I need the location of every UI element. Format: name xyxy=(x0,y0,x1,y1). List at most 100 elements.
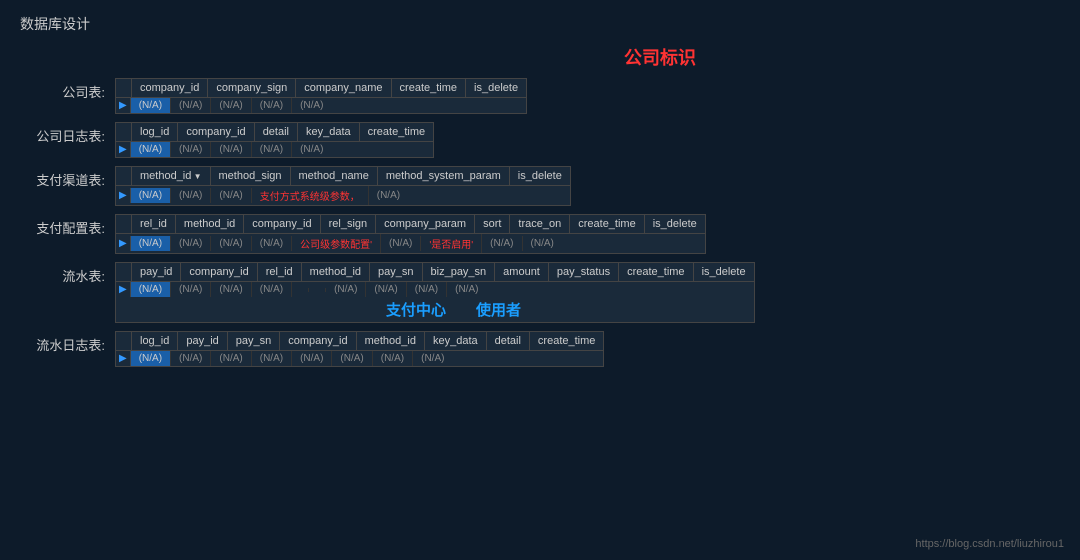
cell-flow-0-7: (N/A) xyxy=(366,282,406,297)
section-flow_log: 流水日志表:log_idpay_idpay_sncompany_idmethod… xyxy=(20,331,1060,367)
table-row-company_log-0: ▶(N/A)(N/A)(N/A)(N/A)(N/A) xyxy=(116,142,433,157)
cell-pay_config-0-3: (N/A) xyxy=(252,236,292,251)
cell-pay_config-0-6: '是否启用' xyxy=(421,234,482,253)
row-arrow-flow-0: ▶ xyxy=(116,282,131,297)
watermark: https://blog.csdn.net/liuzhirou1 xyxy=(915,538,1064,550)
col-header-flow_log-6: detail xyxy=(487,332,530,350)
cell-flow_log-0-7: (N/A) xyxy=(413,351,452,366)
section-company: 公司表:company_idcompany_signcompany_namecr… xyxy=(20,78,1060,114)
col-header-company-1: company_sign xyxy=(208,79,296,97)
col-header-flow-7: pay_status xyxy=(549,263,619,281)
cell-company_log-0-0: (N/A) xyxy=(131,142,171,157)
col-header-pay_config-3: rel_sign xyxy=(321,215,377,233)
cell-company_log-0-2: (N/A) xyxy=(211,142,251,157)
cell-pay_channel-0-2: (N/A) xyxy=(211,188,251,203)
cell-pay_config-0-5: (N/A) xyxy=(381,236,421,251)
col-header-flow-5: biz_pay_sn xyxy=(423,263,496,281)
col-header-flow_log-7: create_time xyxy=(530,332,603,350)
col-header-flow_log-0: log_id xyxy=(132,332,178,350)
section-label-flow: 流水表: xyxy=(20,262,115,285)
table-row-pay_channel-0: ▶(N/A)(N/A)(N/A)支付方式系统级参数，(N/A) xyxy=(116,186,570,205)
cell-flow-0-6: (N/A) xyxy=(326,282,366,297)
cell-company-0-3: (N/A) xyxy=(252,98,292,113)
center-label-0: 支付中心 xyxy=(386,299,446,320)
section-label-pay_channel: 支付渠道表: xyxy=(20,166,115,189)
cell-flow-0-9: (N/A) xyxy=(447,282,486,297)
cell-flow_log-0-2: (N/A) xyxy=(211,351,251,366)
col-header-pay_config-4: company_param xyxy=(376,215,475,233)
col-header-company_log-3: key_data xyxy=(298,123,360,141)
table-company: company_idcompany_signcompany_namecreate… xyxy=(115,78,527,114)
page-title: 数据库设计 xyxy=(20,14,1060,34)
cell-company_log-0-3: (N/A) xyxy=(252,142,292,157)
col-header-company_log-4: create_time xyxy=(360,123,433,141)
cell-company-0-4: (N/A) xyxy=(292,98,331,113)
col-header-flow-9: is_delete xyxy=(694,263,754,281)
col-header-company_log-0: log_id xyxy=(132,123,178,141)
section-label-company_log: 公司日志表: xyxy=(20,122,115,145)
col-header-pay_config-2: company_id xyxy=(244,215,320,233)
cell-flow-0-3: (N/A) xyxy=(252,282,292,297)
cell-flow-0-4 xyxy=(292,288,309,292)
col-header-pay_channel-2: method_name xyxy=(291,167,378,185)
cell-pay_channel-0-4: (N/A) xyxy=(369,188,408,203)
cell-flow_log-0-6: (N/A) xyxy=(373,351,413,366)
col-header-company-3: create_time xyxy=(392,79,466,97)
cell-flow_log-0-3: (N/A) xyxy=(252,351,292,366)
col-header-pay_config-7: create_time xyxy=(570,215,644,233)
cell-flow_log-0-4: (N/A) xyxy=(292,351,332,366)
table-header-flow: pay_idcompany_idrel_idmethod_idpay_snbiz… xyxy=(116,263,754,282)
col-header-company_log-2: detail xyxy=(255,123,298,141)
cell-flow_log-0-1: (N/A) xyxy=(171,351,211,366)
table-row-company-0: ▶(N/A)(N/A)(N/A)(N/A)(N/A) xyxy=(116,98,526,113)
cell-pay_channel-0-1: (N/A) xyxy=(171,188,211,203)
col-header-pay_config-1: method_id xyxy=(176,215,244,233)
table-header-company_log: log_idcompany_iddetailkey_datacreate_tim… xyxy=(116,123,433,142)
row-arrow-flow_log-0: ▶ xyxy=(116,351,131,366)
cell-pay_config-0-8: (N/A) xyxy=(523,236,562,251)
cell-flow-0-1: (N/A) xyxy=(171,282,211,297)
cell-company_log-0-4: (N/A) xyxy=(292,142,331,157)
company-label: 公司标识 xyxy=(260,44,1060,70)
col-header-flow-2: rel_id xyxy=(258,263,302,281)
cell-flow-0-5 xyxy=(309,288,326,292)
cell-pay_channel-0-0: (N/A) xyxy=(131,188,171,203)
col-header-flow_log-1: pay_id xyxy=(178,332,227,350)
cell-flow_log-0-5: (N/A) xyxy=(332,351,372,366)
col-header-company-4: is_delete xyxy=(466,79,526,97)
table-company_log: log_idcompany_iddetailkey_datacreate_tim… xyxy=(115,122,434,158)
cell-pay_config-0-1: (N/A) xyxy=(171,236,211,251)
col-header-flow-4: pay_sn xyxy=(370,263,422,281)
section-company_log: 公司日志表:log_idcompany_iddetailkey_datacrea… xyxy=(20,122,1060,158)
table-flow: pay_idcompany_idrel_idmethod_idpay_snbiz… xyxy=(115,262,755,323)
col-header-flow_log-5: key_data xyxy=(425,332,487,350)
table-row-pay_config-0: ▶(N/A)(N/A)(N/A)(N/A)公司级参数配置'(N/A)'是否启用'… xyxy=(116,234,705,253)
table-header-pay_config: rel_idmethod_idcompany_idrel_signcompany… xyxy=(116,215,705,234)
cell-company-0-0: (N/A) xyxy=(131,98,171,113)
col-header-company-0: company_id xyxy=(132,79,208,97)
col-header-pay_channel-4: is_delete xyxy=(510,167,570,185)
table-pay_channel: method_idmethod_signmethod_namemethod_sy… xyxy=(115,166,571,206)
cell-pay_config-0-2: (N/A) xyxy=(211,236,251,251)
col-header-pay_channel-0: method_id xyxy=(132,167,211,185)
cell-flow_log-0-0: (N/A) xyxy=(131,351,171,366)
col-header-pay_config-0: rel_id xyxy=(132,215,176,233)
row-arrow-company-0: ▶ xyxy=(116,98,131,113)
col-header-flow-1: company_id xyxy=(181,263,257,281)
cell-flow-0-8: (N/A) xyxy=(407,282,447,297)
center-label-1: 使用者 xyxy=(476,299,521,320)
table-header-pay_channel: method_idmethod_signmethod_namemethod_sy… xyxy=(116,167,570,186)
col-header-pay_channel-3: method_system_param xyxy=(378,167,510,185)
col-header-flow-8: create_time xyxy=(619,263,693,281)
col-header-flow_log-4: method_id xyxy=(357,332,425,350)
cell-flow-0-2: (N/A) xyxy=(211,282,251,297)
col-header-flow-0: pay_id xyxy=(132,263,181,281)
cell-flow-0-0: (N/A) xyxy=(131,282,171,297)
table-row-flow_log-0: ▶(N/A)(N/A)(N/A)(N/A)(N/A)(N/A)(N/A)(N/A… xyxy=(116,351,603,366)
col-header-company_log-1: company_id xyxy=(178,123,254,141)
cell-company-0-2: (N/A) xyxy=(211,98,251,113)
center-labels-flow: 支付中心 使用者 xyxy=(116,297,754,322)
cell-pay_config-0-0: (N/A) xyxy=(131,236,171,251)
row-arrow-pay_channel-0: ▶ xyxy=(116,188,131,203)
table-row-flow-0: ▶(N/A)(N/A)(N/A)(N/A)(N/A)(N/A)(N/A)(N/A… xyxy=(116,282,754,297)
